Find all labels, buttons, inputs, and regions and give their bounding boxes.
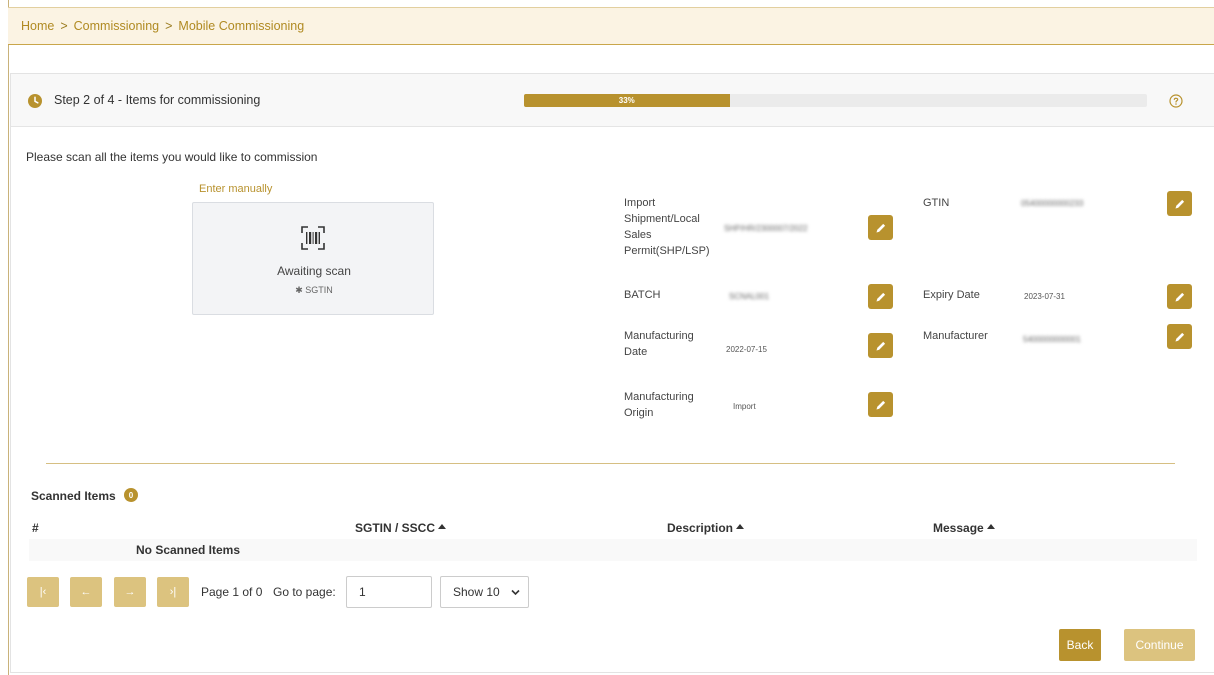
pencil-icon bbox=[1175, 332, 1184, 341]
import-permit-label: Import Shipment/Local Sales Permit(SHP/L… bbox=[624, 197, 710, 257]
chevron-down-icon bbox=[511, 589, 520, 596]
manufacturer-label: Manufacturer bbox=[923, 330, 988, 342]
scanned-count-badge: 0 bbox=[124, 488, 138, 502]
progress-fill: 33% bbox=[524, 94, 730, 107]
instruction-text: Please scan all the items you would like… bbox=[26, 150, 318, 164]
expiry-date-label: Expiry Date bbox=[923, 289, 980, 301]
column-header-message[interactable]: Message bbox=[933, 521, 995, 535]
manufacturing-date-label: Manufacturing Date bbox=[624, 330, 694, 358]
edit-expiry-date-button[interactable] bbox=[1167, 284, 1192, 309]
page: Home > Commissioning > Mobile Commission… bbox=[0, 0, 1214, 675]
progress-bar: 33% bbox=[524, 94, 1147, 107]
import-permit-value: SHP/HR/2300007/2022 bbox=[724, 224, 808, 233]
breadcrumb: Home > Commissioning > Mobile Commission… bbox=[8, 7, 1214, 45]
help-icon[interactable] bbox=[1169, 94, 1183, 108]
breadcrumb-mobile-commissioning: Mobile Commissioning bbox=[178, 19, 305, 33]
column-header-label: Message bbox=[933, 521, 984, 535]
breadcrumb-separator: > bbox=[60, 19, 68, 33]
step-header: Step 2 of 4 - Items for commissioning 33… bbox=[11, 74, 1214, 127]
page-size-select[interactable]: Show 10 bbox=[440, 576, 529, 608]
pencil-icon bbox=[1175, 199, 1184, 208]
batch-label: BATCH bbox=[624, 289, 661, 301]
edit-batch-button[interactable] bbox=[868, 284, 893, 309]
scan-area[interactable]: Awaiting scan ✱ SGTIN bbox=[192, 202, 434, 315]
empty-table-message: No Scanned Items bbox=[136, 543, 241, 557]
gtin-label: GTIN bbox=[923, 197, 950, 209]
prev-page-button[interactable]: ← bbox=[70, 577, 102, 607]
last-page-button[interactable]: ›| bbox=[157, 577, 189, 607]
column-header-index: # bbox=[32, 521, 39, 535]
edit-gtin-button[interactable] bbox=[1167, 191, 1192, 216]
pencil-icon bbox=[876, 223, 885, 232]
page-size-value: Show 10 bbox=[453, 585, 500, 599]
pencil-icon bbox=[876, 292, 885, 301]
gtin-value: 05400000000233 bbox=[1021, 199, 1084, 208]
next-page-button[interactable]: → bbox=[114, 577, 146, 607]
column-header-label: Description bbox=[667, 521, 734, 535]
pencil-icon bbox=[876, 341, 885, 350]
step-title: Step 2 of 4 - Items for commissioning bbox=[54, 93, 261, 107]
back-button[interactable]: Back bbox=[1059, 629, 1101, 661]
scan-status: Awaiting scan bbox=[277, 264, 351, 278]
manufacturing-origin-label: Manufacturing Origin bbox=[624, 391, 694, 419]
breadcrumb-home[interactable]: Home bbox=[21, 19, 54, 33]
column-header-sgtin-sscc[interactable]: SGTIN / SSCC bbox=[355, 521, 447, 535]
sort-up-icon bbox=[438, 524, 447, 529]
edit-manufacturing-date-button[interactable] bbox=[868, 333, 893, 358]
column-header-label: SGTIN / SSCC bbox=[355, 521, 436, 535]
enter-manually-link[interactable]: Enter manually bbox=[199, 183, 272, 195]
edit-manufacturing-origin-button[interactable] bbox=[868, 392, 893, 417]
sort-up-icon bbox=[736, 524, 745, 529]
goto-page-input[interactable] bbox=[346, 576, 432, 608]
column-header-description[interactable]: Description bbox=[667, 521, 745, 535]
sort-up-icon bbox=[986, 524, 995, 529]
clock-icon bbox=[28, 94, 42, 108]
manufacturing-origin-value: Import bbox=[733, 402, 756, 411]
barcode-scan-icon bbox=[301, 226, 325, 250]
pencil-icon bbox=[1175, 292, 1184, 301]
edit-manufacturer-button[interactable] bbox=[1167, 324, 1192, 349]
commissioning-panel: Step 2 of 4 - Items for commissioning 33… bbox=[10, 73, 1214, 673]
scanned-items-title: Scanned Items bbox=[31, 489, 116, 503]
breadcrumb-commissioning[interactable]: Commissioning bbox=[74, 19, 159, 33]
section-divider bbox=[46, 463, 1175, 464]
batch-value: SCNAL001 bbox=[729, 292, 770, 301]
page-left-border bbox=[8, 0, 9, 675]
first-page-button[interactable]: |‹ bbox=[27, 577, 59, 607]
breadcrumb-separator: > bbox=[165, 19, 173, 33]
expiry-date-value: 2023-07-31 bbox=[1024, 292, 1065, 301]
page-info: Page 1 of 0 bbox=[201, 585, 263, 599]
manufacturing-date-value: 2022-07-15 bbox=[726, 345, 767, 354]
manufacturer-value: 5400000000001 bbox=[1023, 335, 1081, 344]
pencil-icon bbox=[876, 400, 885, 409]
continue-button[interactable]: Continue bbox=[1124, 629, 1195, 661]
scan-type-label: ✱ SGTIN bbox=[295, 285, 333, 295]
edit-import-permit-button[interactable] bbox=[868, 215, 893, 240]
goto-page-label: Go to page: bbox=[273, 585, 336, 599]
